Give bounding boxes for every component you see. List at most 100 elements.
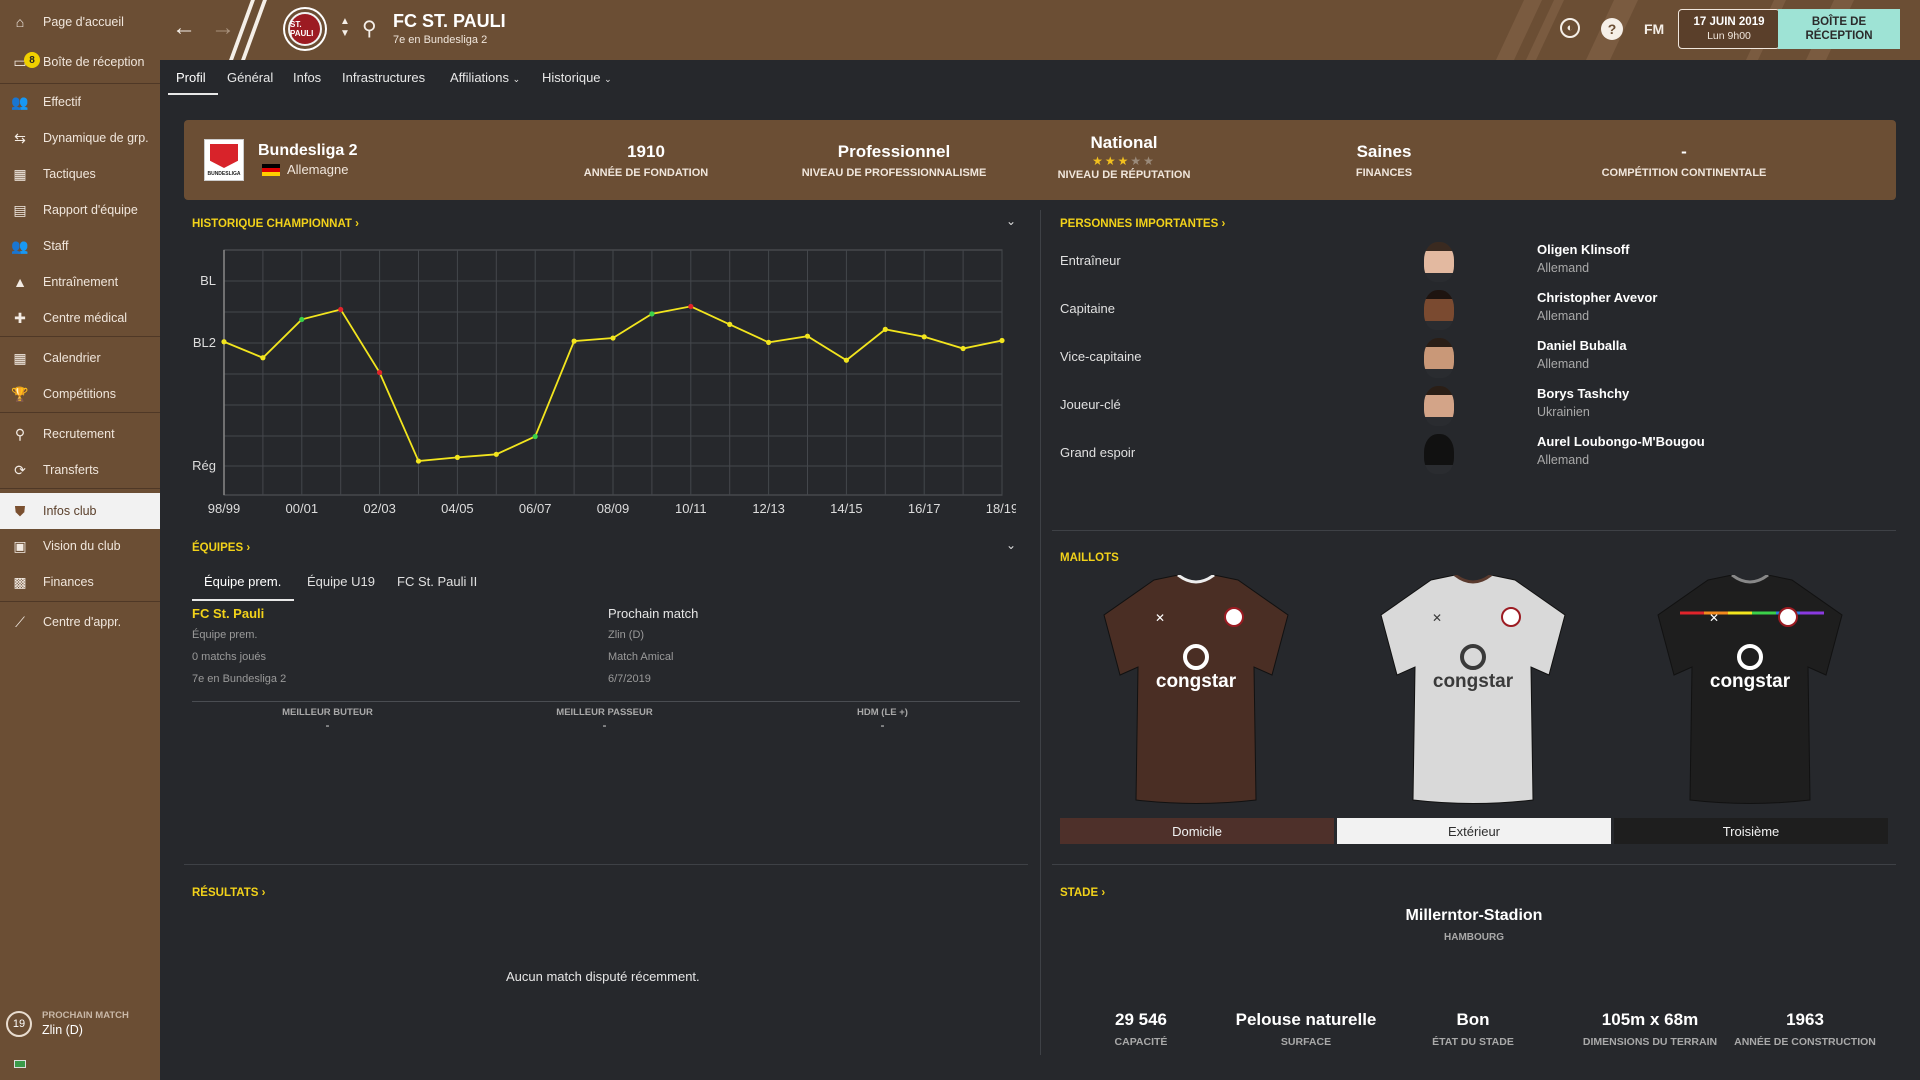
stadium-title[interactable]: STADE › xyxy=(1060,887,1105,899)
history-point[interactable] xyxy=(804,333,811,339)
top-assists-stat: MEILLEUR PASSEUR - xyxy=(556,707,653,732)
tab-facilities[interactable]: Infrastructures xyxy=(342,70,425,85)
reputation-stars: ★★★★★ xyxy=(1044,154,1204,168)
forward-arrow-icon[interactable]: → xyxy=(211,14,235,42)
squad-icon: 👥 xyxy=(11,93,29,110)
sponsor-text: congstar xyxy=(1710,671,1791,692)
history-point[interactable] xyxy=(299,316,305,323)
inbox-icon: ▭ 8 xyxy=(10,52,40,70)
team-name-link[interactable]: FC St. Pauli xyxy=(192,606,264,621)
tab-info[interactable]: Infos xyxy=(293,70,321,85)
x-tick-label: 16/17 xyxy=(908,501,941,516)
game-date-box[interactable]: 17 JUIN 2019 Lun 9h00 xyxy=(1678,9,1780,49)
key-people-title[interactable]: PERSONNES IMPORTANTES › xyxy=(1060,218,1225,230)
history-point[interactable] xyxy=(610,335,616,341)
history-point[interactable] xyxy=(571,338,577,344)
person-name-link[interactable]: Daniel Buballa xyxy=(1537,338,1627,353)
star-filled-icon: ★ xyxy=(1092,154,1105,168)
results-title[interactable]: RÉSULTATS › xyxy=(192,887,265,899)
history-point[interactable] xyxy=(221,339,227,345)
tab-first-team[interactable]: Équipe prem. xyxy=(204,574,281,589)
sidebar-item-development[interactable]: ⟋ Centre d'appr. xyxy=(0,605,160,639)
top-scorer-stat: MEILLEUR BUTEUR - xyxy=(282,707,373,732)
next-match-opponent-line[interactable]: Zlin (D) xyxy=(608,629,644,641)
sidebar-item-dynamics[interactable]: ⇆ Dynamique de grp. xyxy=(0,121,160,155)
next-match-competition-line: Match Amical xyxy=(608,651,674,663)
history-point[interactable] xyxy=(532,433,538,440)
teams-title[interactable]: ÉQUIPES › xyxy=(192,542,250,554)
sidebar-item-club-info[interactable]: ⛊ Infos club xyxy=(0,493,160,529)
history-point[interactable] xyxy=(688,303,694,310)
club-switcher-arrows-icon[interactable]: ▲ ▼ xyxy=(340,16,350,40)
sidebar-item-medical[interactable]: ✚ Centre médical xyxy=(0,301,160,335)
league-history-title[interactable]: HISTORIQUE CHAMPIONNAT › xyxy=(192,218,359,230)
history-point[interactable] xyxy=(843,357,850,363)
x-tick-label: 98/99 xyxy=(208,501,241,516)
next-match-widget[interactable]: 19 PROCHAIN MATCH Zlin (D) xyxy=(6,1010,129,1037)
sidebar-item-team-report[interactable]: ▤ Rapport d'équipe xyxy=(0,193,160,227)
history-point[interactable] xyxy=(338,306,344,313)
kit-tab[interactable]: Extérieur xyxy=(1337,818,1611,844)
professionalism-stat: Professionnel NIVEAU DE PROFESSIONNALISME xyxy=(801,142,987,179)
tab-history[interactable]: Historique ⌄ xyxy=(542,70,612,85)
tab-reserve-team[interactable]: FC St. Pauli II xyxy=(397,574,477,589)
person-face-avatar[interactable] xyxy=(1424,434,1454,474)
sidebar-item-staff[interactable]: 👥 Staff xyxy=(0,229,160,263)
chevron-down-icon: ⌄ xyxy=(512,74,521,84)
sidebar-item-competitions[interactable]: 🏆 Compétitions xyxy=(0,377,160,411)
tab-profile[interactable]: Profil xyxy=(176,70,206,85)
continue-inbox-button[interactable]: BOÎTE DE RÉCEPTION xyxy=(1778,9,1900,49)
person-nationality: Allemand xyxy=(1537,261,1590,275)
sidebar-item-scouting[interactable]: ⚲ Recrutement xyxy=(0,417,160,451)
help-icon[interactable]: ? xyxy=(1601,18,1623,40)
person-face-avatar[interactable] xyxy=(1424,386,1454,426)
kit-shirt: ✕ congstar xyxy=(1380,575,1566,804)
sidebar-item-home[interactable]: ⌂ Page d'accueil xyxy=(0,5,160,39)
sidebar-item-tactics[interactable]: ▦ Tactiques xyxy=(0,157,160,191)
tab-u19[interactable]: Équipe U19 xyxy=(307,574,375,589)
capacity-stat: 29 546 CAPACITÉ xyxy=(1114,1010,1168,1048)
search-icon[interactable]: ⚲ xyxy=(362,16,377,41)
y-tick-label: BL xyxy=(200,273,216,288)
person-face-avatar[interactable] xyxy=(1424,290,1454,330)
person-name-link[interactable]: Oligen Klinsoff xyxy=(1537,242,1629,257)
history-point[interactable] xyxy=(882,326,888,332)
training-icon: ▲ xyxy=(13,274,27,290)
person-name-link[interactable]: Borys Tashchy xyxy=(1537,386,1629,401)
person-face-avatar[interactable] xyxy=(1424,338,1454,378)
sidebar-item-club-vision[interactable]: ▣ Vision du club xyxy=(0,529,160,563)
sidebar-item-inbox[interactable]: ▭ 8 Boîte de réception xyxy=(0,45,160,79)
sidebar-item-training[interactable]: ▲ Entraînement xyxy=(0,265,160,299)
history-point[interactable] xyxy=(377,369,383,376)
history-point[interactable] xyxy=(766,339,772,345)
tab-general[interactable]: Général xyxy=(227,70,273,85)
history-point[interactable] xyxy=(454,454,460,460)
history-point[interactable] xyxy=(415,458,422,464)
globe-icon[interactable]: ◐ xyxy=(1560,18,1580,38)
history-point[interactable] xyxy=(493,451,499,457)
history-point[interactable] xyxy=(960,345,966,352)
tactics-icon: ▦ xyxy=(13,165,27,182)
history-point[interactable] xyxy=(727,321,733,327)
history-point[interactable] xyxy=(999,337,1005,344)
kit-tab[interactable]: Domicile xyxy=(1060,818,1334,844)
history-point[interactable] xyxy=(649,311,655,317)
person-face-avatar[interactable] xyxy=(1424,242,1454,282)
x-tick-label: 02/03 xyxy=(363,501,396,516)
sidebar-item-finances[interactable]: ▩ Finances xyxy=(0,565,160,599)
kit-tab[interactable]: Troisième xyxy=(1614,818,1888,844)
collapse-chevron-icon[interactable]: ⌄ xyxy=(1006,538,1016,552)
sidebar-item-calendar[interactable]: ▦ Calendrier xyxy=(0,341,160,375)
collapse-chevron-icon[interactable]: ⌄ xyxy=(1006,214,1016,228)
person-name-link[interactable]: Christopher Avevor xyxy=(1537,290,1657,305)
sidebar-item-squad[interactable]: 👥 Effectif xyxy=(0,85,160,119)
league-name[interactable]: Bundesliga 2 xyxy=(258,142,358,160)
back-arrow-icon[interactable]: ← xyxy=(172,14,196,42)
person-name-link[interactable]: Aurel Loubongo-M'Bougou xyxy=(1537,434,1705,449)
history-point[interactable] xyxy=(260,355,266,361)
next-match-date-line: 6/7/2019 xyxy=(608,673,651,685)
tab-affiliations[interactable]: Affiliations ⌄ xyxy=(450,70,520,85)
fm-menu-button[interactable]: FM xyxy=(1644,21,1664,37)
sidebar-item-transfers[interactable]: ⟳ Transferts xyxy=(0,453,160,487)
history-point[interactable] xyxy=(921,334,927,340)
